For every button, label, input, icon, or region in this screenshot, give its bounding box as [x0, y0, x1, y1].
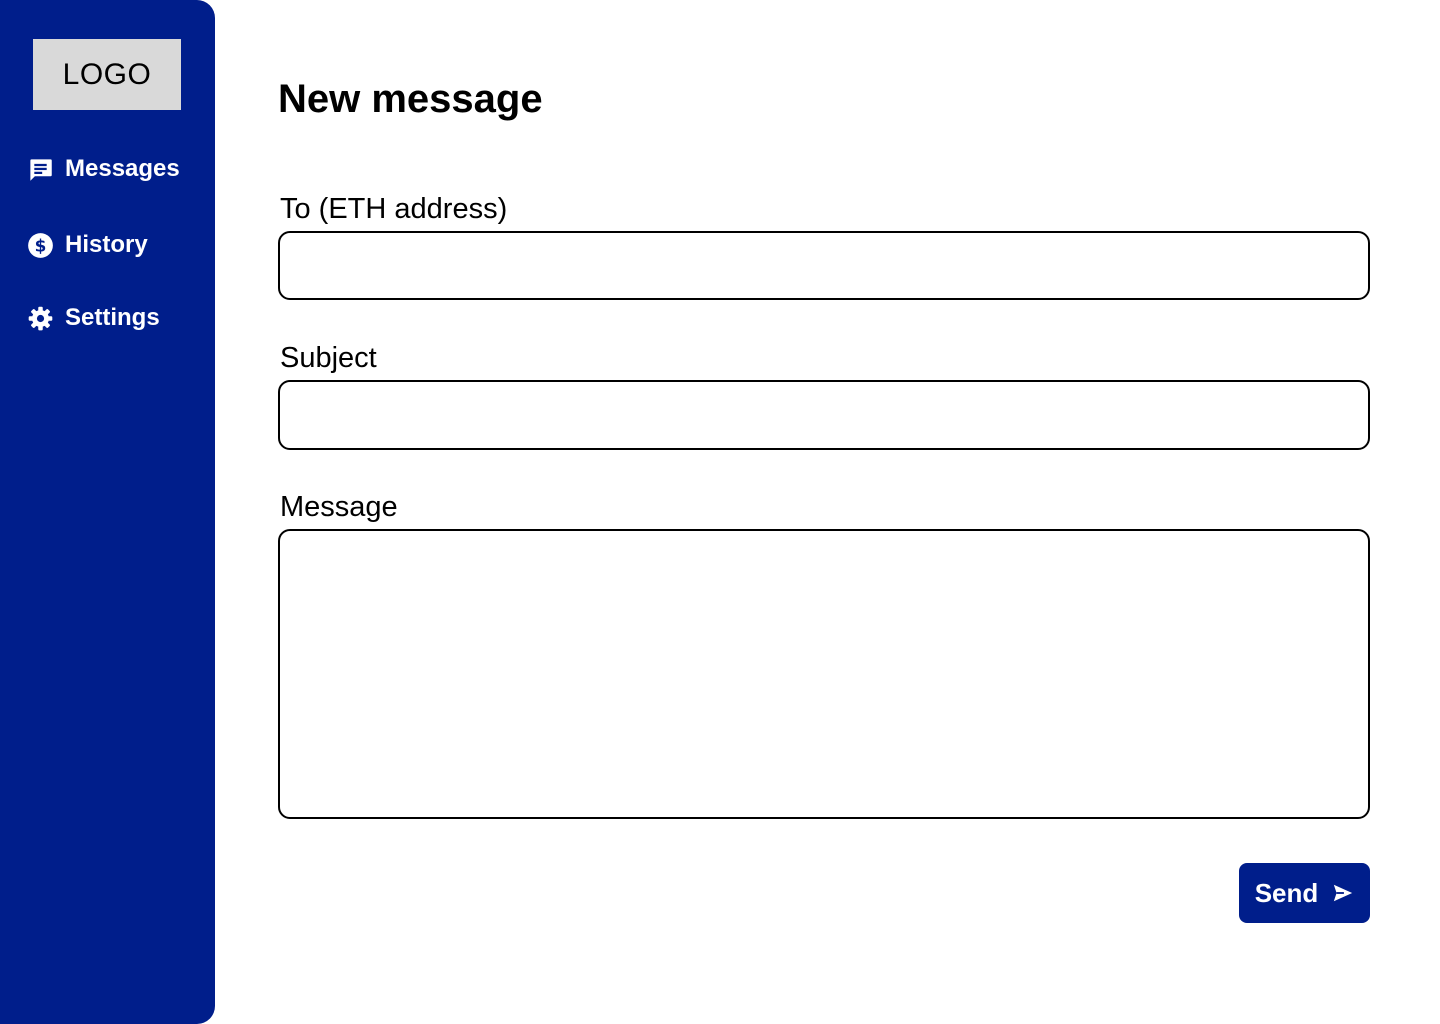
subject-input[interactable] — [278, 380, 1370, 450]
message-field-label: Message — [280, 491, 398, 523]
gear-icon — [27, 305, 54, 332]
message-textarea[interactable] — [278, 529, 1370, 819]
send-icon — [1332, 882, 1354, 904]
to-address-input[interactable] — [278, 231, 1370, 300]
sidebar-item-label: Messages — [65, 155, 180, 182]
to-field-label: To (ETH address) — [280, 193, 508, 225]
dollar-circle-icon: $ — [27, 232, 54, 259]
send-button[interactable]: Send — [1239, 863, 1370, 923]
sidebar-item-label: History — [65, 231, 148, 258]
sidebar-item-messages[interactable]: Messages — [27, 155, 180, 183]
svg-text:$: $ — [35, 235, 47, 255]
page-title: New message — [278, 77, 543, 121]
subject-field-label: Subject — [280, 342, 377, 374]
sidebar-item-label: Settings — [65, 304, 160, 331]
sidebar-item-history[interactable]: $ History — [27, 231, 148, 259]
message-icon — [27, 156, 54, 183]
sidebar-item-settings[interactable]: Settings — [27, 304, 160, 332]
logo: LOGO — [33, 39, 181, 110]
send-button-label: Send — [1254, 877, 1319, 908]
sidebar: LOGO Messages $ History Settings — [0, 0, 215, 1024]
